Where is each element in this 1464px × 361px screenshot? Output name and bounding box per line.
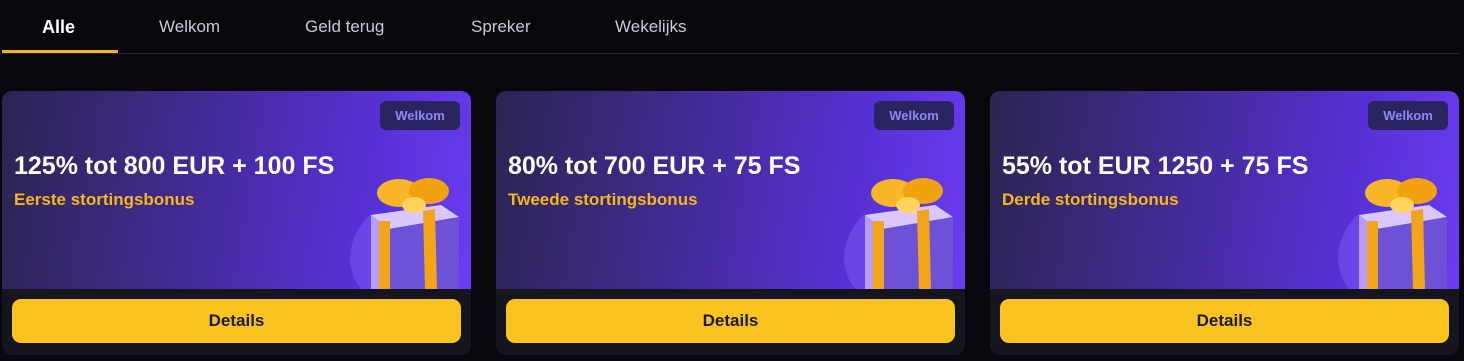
bonus-banner: Welkom 55% tot EUR 1250 + 75 FS Derde st…	[990, 91, 1459, 289]
active-tab-indicator	[2, 50, 118, 53]
bonus-subtitle: Derde stortingsbonus	[1002, 190, 1179, 209]
bonus-subtitle: Eerste stortingsbonus	[14, 190, 195, 209]
tab-spreker[interactable]: Spreker	[471, 17, 531, 37]
bonus-title: 125% tot 800 EUR + 100 FS	[14, 152, 335, 180]
category-badge: Welkom	[1368, 101, 1448, 130]
gift-icon	[350, 178, 459, 289]
gift-icon	[1338, 178, 1447, 289]
details-button[interactable]: Details	[1000, 299, 1449, 343]
tab-alle[interactable]: Alle	[42, 17, 75, 38]
bonus-title: 80% tot 700 EUR + 75 FS	[508, 152, 801, 180]
category-badge: Welkom	[380, 101, 460, 130]
bonus-card: Welkom 55% tot EUR 1250 + 75 FS Derde st…	[990, 91, 1459, 355]
tab-wekelijks[interactable]: Wekelijks	[615, 17, 686, 37]
details-button[interactable]: Details	[12, 299, 461, 343]
gift-icon	[844, 178, 953, 289]
tab-geld-terug[interactable]: Geld terug	[305, 17, 384, 37]
bonus-card: Welkom 125% tot 800 EUR + 100 FS Eerste …	[2, 91, 471, 355]
details-button[interactable]: Details	[506, 299, 955, 343]
promo-tabs: Alle Welkom Geld terug Spreker Wekelijks	[0, 0, 1460, 54]
bonus-title: 55% tot EUR 1250 + 75 FS	[1002, 152, 1309, 180]
tab-welkom[interactable]: Welkom	[159, 17, 220, 37]
bonus-banner: Welkom 125% tot 800 EUR + 100 FS Eerste …	[2, 91, 471, 289]
category-badge: Welkom	[874, 101, 954, 130]
bonus-banner: Welkom 80% tot 700 EUR + 75 FS Tweede st…	[496, 91, 965, 289]
bonus-card: Welkom 80% tot 700 EUR + 75 FS Tweede st…	[496, 91, 965, 355]
bonus-subtitle: Tweede stortingsbonus	[508, 190, 698, 209]
